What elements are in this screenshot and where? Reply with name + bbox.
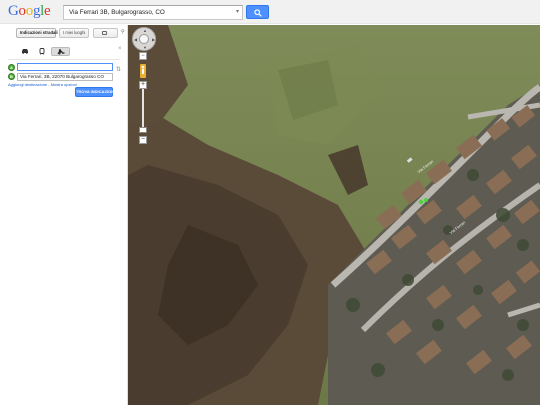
travel-mode-car[interactable] (17, 47, 33, 56)
pegman-icon[interactable] (140, 64, 146, 78)
search-input[interactable]: Via Ferrari 3B, Bulgarograsso, CO ▾ (63, 5, 243, 20)
get-directions-button[interactable]: TROVA INDICAZIONI (75, 87, 115, 97)
satellite-imagery (128, 25, 540, 405)
close-icon[interactable]: × (118, 46, 122, 52)
chevron-down-icon[interactable]: ▾ (236, 9, 239, 16)
transit-icon (39, 48, 45, 55)
link-icon[interactable]: ⚲ (121, 29, 125, 35)
search-button[interactable] (246, 5, 269, 19)
zoom-out-icon[interactable]: − (139, 52, 147, 60)
google-logo[interactable]: Google (8, 3, 51, 20)
search-icon (254, 9, 262, 17)
zoom-slider-handle[interactable] (139, 127, 147, 133)
zoom-out-button[interactable]: − (139, 136, 147, 144)
pan-control[interactable]: ▲ ▼ ◀ ▶ (132, 27, 156, 51)
add-destination-link[interactable]: Aggiungi destinazione (8, 82, 47, 87)
start-marker: A (8, 64, 15, 71)
pan-down-icon[interactable]: ▼ (143, 46, 147, 50)
travel-mode-walk[interactable] (51, 47, 70, 56)
maps-app: Google Via Ferrari 3B, Bulgarograsso, CO… (0, 0, 540, 405)
swap-icon[interactable]: ⇅ (116, 67, 121, 73)
car-icon (22, 49, 28, 54)
destination-address-input[interactable]: Via Ferrari, 3B, 22070 Bulgarograsso CO (17, 73, 113, 81)
top-bar: Google Via Ferrari 3B, Bulgarograsso, CO… (0, 0, 540, 24)
travel-mode-transit[interactable] (34, 47, 50, 56)
my-places-button[interactable]: I miei luoghi (59, 28, 89, 38)
start-address-input[interactable] (17, 63, 113, 71)
print-button[interactable] (93, 28, 118, 38)
divider (8, 59, 120, 60)
satellite-map[interactable]: Via Ferrari Via Ferrari ▲ ▼ ◀ ▶ − + − (128, 25, 540, 405)
destination-marker: B (8, 73, 15, 80)
compass-icon (139, 34, 149, 44)
pan-right-icon[interactable]: ▶ (152, 38, 155, 42)
search-input-value: Via Ferrari 3B, Bulgarograsso, CO (69, 9, 165, 16)
show-options-link[interactable]: Mostra opzioni (51, 82, 77, 87)
zoom-in-button[interactable]: + (139, 81, 147, 89)
pan-left-icon[interactable]: ◀ (134, 38, 137, 42)
direction-links: Aggiungi destinazione - Mostra opzioni (8, 82, 77, 87)
directions-panel: Indicazioni stradali I miei luoghi ⚲ × A… (0, 25, 128, 405)
walk-icon (57, 49, 65, 55)
zoom-slider-track[interactable] (142, 89, 144, 129)
pan-up-icon[interactable]: ▲ (143, 29, 147, 33)
printer-icon (102, 30, 107, 35)
directions-button[interactable]: Indicazioni stradali (16, 28, 58, 38)
